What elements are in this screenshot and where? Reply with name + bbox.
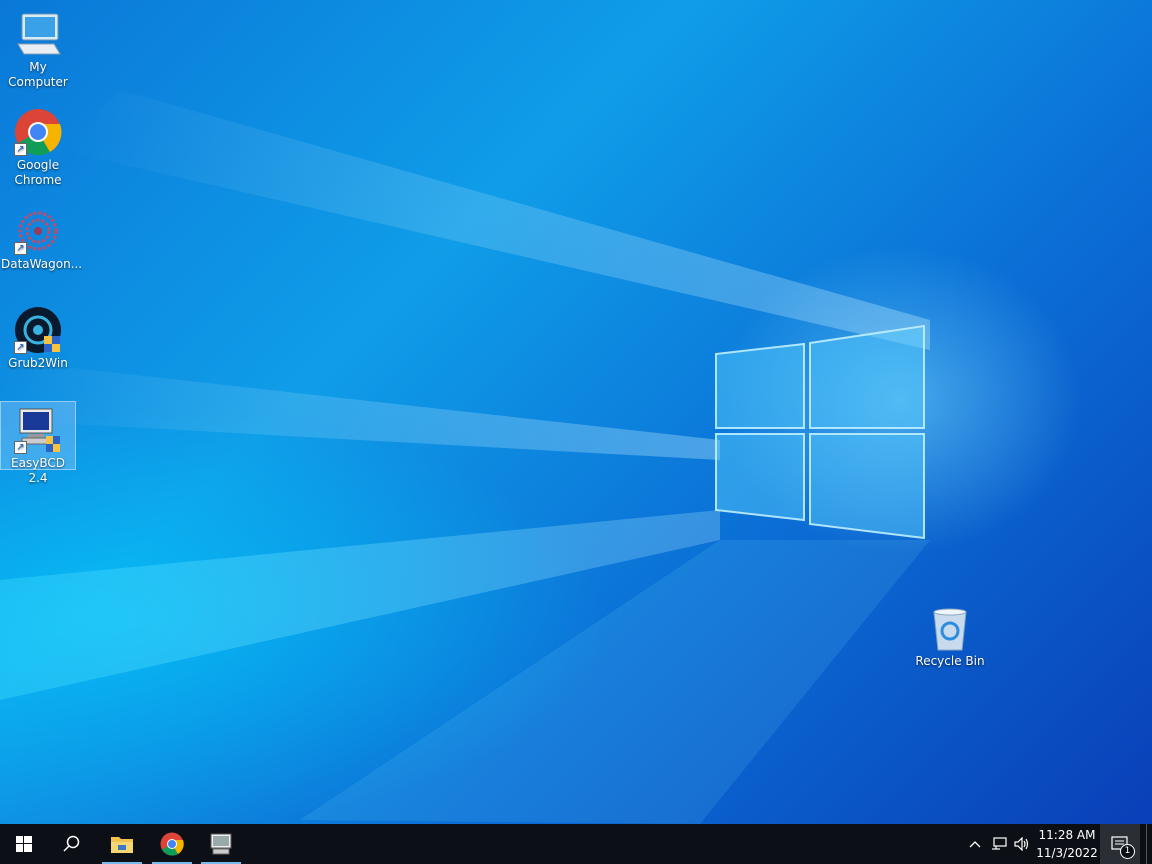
network-button[interactable] xyxy=(988,824,1010,864)
recycle-bin-icon xyxy=(926,604,974,652)
desktop: My Computer ↗ Google Chrome ↗ DataWagon.… xyxy=(0,0,1152,824)
shortcut-arrow-icon: ↗ xyxy=(14,143,27,156)
computer-icon xyxy=(14,10,62,58)
wallpaper-light-beams xyxy=(0,90,930,824)
notification-count-badge: 1 xyxy=(1120,844,1135,859)
search-icon xyxy=(63,835,80,852)
shortcut-arrow-icon: ↗ xyxy=(14,341,27,354)
desktop-icon-datawagon[interactable]: ↗ DataWagon... xyxy=(1,203,83,272)
show-desktop-button[interactable] xyxy=(1146,824,1152,864)
desktop-icon-label: Grub2Win xyxy=(8,356,68,370)
taskbar: 11:28 AM 11/3/2022 1 xyxy=(0,824,1152,864)
desktop-icon-label: Computer xyxy=(8,75,68,89)
desktop-icon-label: My xyxy=(29,60,47,74)
chevron-up-icon xyxy=(969,841,981,848)
tray-overflow-button[interactable] xyxy=(964,824,986,864)
chrome-icon xyxy=(160,832,184,856)
shortcut-arrow-icon: ↗ xyxy=(14,441,27,454)
easybcd-icon: ↗ xyxy=(14,406,62,454)
action-center-button[interactable]: 1 xyxy=(1100,824,1140,864)
windows-logo-icon xyxy=(16,836,32,852)
desktop-icon-easybcd[interactable]: ↗ EasyBCD 2.4 xyxy=(0,401,76,485)
desktop-icon-grub2win[interactable]: ↗ Grub2Win xyxy=(1,302,75,371)
desktop-icon-label: EasyBCD 2.4 xyxy=(11,456,65,485)
easybcd-icon xyxy=(210,833,232,855)
network-icon xyxy=(992,837,1007,850)
desktop-icon-my-computer[interactable]: My Computer xyxy=(1,6,75,90)
volume-button[interactable] xyxy=(1011,824,1033,864)
folder-icon xyxy=(111,837,133,853)
desktop-icon-google-chrome[interactable]: ↗ Google Chrome xyxy=(1,104,75,188)
desktop-icon-label: Recycle Bin xyxy=(915,654,985,668)
datawagon-icon: ↗ xyxy=(14,207,62,255)
shortcut-arrow-icon: ↗ xyxy=(14,242,27,255)
clock[interactable]: 11:28 AM 11/3/2022 xyxy=(1034,824,1100,864)
start-button[interactable] xyxy=(0,824,48,864)
desktop-icon-recycle-bin[interactable]: Recycle Bin xyxy=(913,600,987,669)
windows-wallpaper-logo xyxy=(715,324,925,540)
volume-icon xyxy=(1014,837,1029,851)
taskbar-easybcd-button[interactable] xyxy=(197,824,245,864)
desktop-icon-label: Chrome xyxy=(14,173,62,187)
desktop-icon-label: Google xyxy=(16,158,60,172)
taskbar-chrome-button[interactable] xyxy=(148,824,196,864)
taskbar-file-explorer-button[interactable] xyxy=(98,824,146,864)
search-button[interactable] xyxy=(48,824,96,864)
grub2win-icon: ↗ xyxy=(14,306,62,354)
chrome-icon: ↗ xyxy=(14,108,62,156)
clock-time: 11:28 AM xyxy=(1038,828,1096,842)
desktop-icon-label: DataWagon... xyxy=(1,257,83,271)
clock-date: 11/3/2022 xyxy=(1036,846,1098,860)
